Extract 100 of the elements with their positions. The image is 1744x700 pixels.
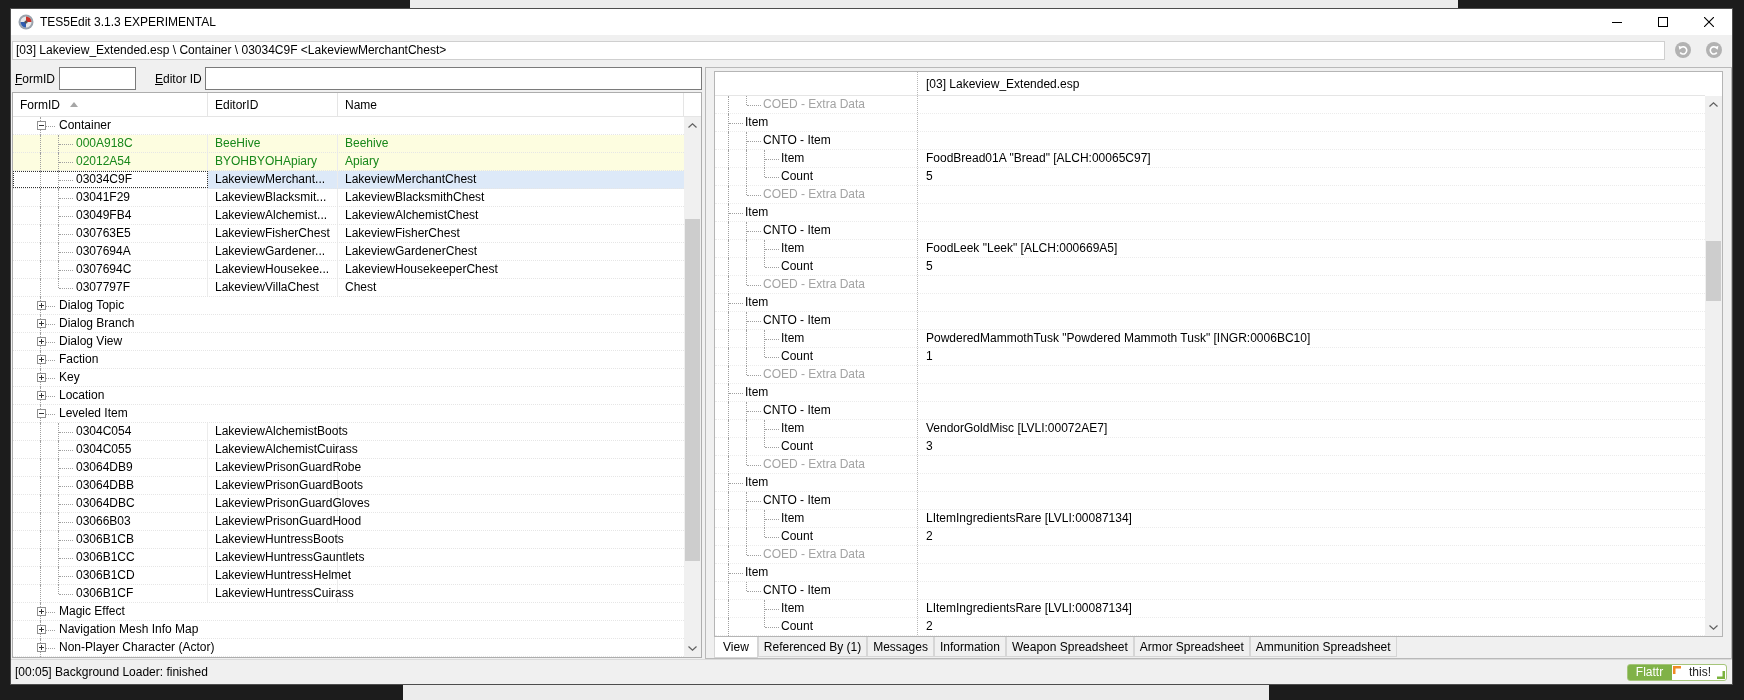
field-value: FoodLeek "Leek" [ALCH:000669A5]: [926, 241, 1118, 255]
record-row[interactable]: 0306B1CD LakeviewHuntressHelmet: [13, 567, 684, 585]
name-text: LakeviewGardenerChest: [345, 244, 478, 258]
scrollbar[interactable]: [684, 117, 701, 657]
tab[interactable]: View: [714, 637, 758, 658]
record-row[interactable]: 03064DBC LakeviewPrisonGuardGloves: [13, 495, 684, 513]
chevron-up-icon[interactable]: [688, 123, 697, 128]
tab[interactable]: Ammunition Spreadsheet: [1249, 637, 1397, 657]
tree-group-item[interactable]: Dialog View: [13, 333, 684, 351]
form-id-text: 0306B1CD: [76, 567, 135, 584]
tree-group-item[interactable]: Dialog Topic: [13, 297, 684, 315]
record-row[interactable]: 030763E5 LakeviewFisherChest LakeviewFisherChest: [13, 225, 684, 243]
record-row[interactable]: 02012A54 BYOHBYOHApiary Apiary: [13, 153, 684, 171]
record-row[interactable]: 000A918C BeeHive Beehive: [13, 135, 684, 153]
plus-box-icon[interactable]: [36, 373, 46, 382]
column-header[interactable]: Name: [338, 93, 684, 116]
form-id-text: 03064DBC: [76, 495, 135, 512]
path-field[interactable]: [03] Lakeview_Extended.esp \ Container \ 03034C9F <LakeviewMerchantChest>: [12, 40, 1665, 60]
editor-id-text: LakeviewAlchemistBoots: [215, 424, 348, 438]
editor-id-text: BeeHive: [215, 136, 261, 150]
record-row[interactable]: 0306B1CC LakeviewHuntressGauntlets: [13, 549, 684, 567]
editor-id-field[interactable]: [204, 67, 702, 90]
tab[interactable]: Armor Spreadsheet: [1133, 637, 1250, 657]
field-label: Item: [781, 150, 805, 167]
field-label: Item: [745, 384, 769, 401]
form-id-text: 03049FB4: [76, 207, 132, 224]
plus-box-icon[interactable]: [36, 337, 46, 346]
field-label: Item: [781, 330, 805, 347]
tree-group-item[interactable]: Location: [13, 387, 684, 405]
minus-box-icon[interactable]: [36, 121, 46, 130]
field-label: CNTO - Item: [763, 132, 831, 149]
field-value: PowderedMammothTusk "Powdered Mammoth Tusk" [INGR:0006BC10]: [926, 331, 1311, 345]
close-icon[interactable]: [1704, 17, 1714, 27]
name-text: LakeviewHousekeeperChest: [345, 262, 498, 276]
field-value: 3: [926, 439, 933, 453]
record-row[interactable]: 0307694A LakeviewGardener... LakeviewGardenerChest: [13, 243, 684, 261]
corner-mark-icon: [1717, 670, 1725, 679]
tree-group-item[interactable]: Navigation Mesh Info Map: [13, 621, 684, 639]
record-row[interactable]: 0306B1CF LakeviewHuntressCuirass: [13, 585, 684, 603]
editor-id-text: LakeviewAlchemist...: [215, 208, 328, 222]
plus-box-icon[interactable]: [36, 355, 46, 364]
record-row[interactable]: 03064DBB LakeviewPrisonGuardBoots: [13, 477, 684, 495]
tree-group-item[interactable]: Key: [13, 369, 684, 387]
plus-box-icon[interactable]: [36, 607, 46, 616]
plus-box-icon[interactable]: [36, 643, 46, 652]
field-value: 5: [926, 169, 933, 183]
name-text: LakeviewMerchantChest: [345, 172, 477, 186]
chevron-down-icon[interactable]: [688, 646, 697, 651]
record-row[interactable]: 0307797F LakeviewVillaChest Chest: [13, 279, 684, 297]
editor-id-text: LakeviewHuntressCuirass: [215, 586, 354, 600]
column-header[interactable]: EditorID: [208, 93, 338, 116]
tree-group-item[interactable]: Non-Player Character (Actor): [13, 639, 684, 657]
flattr-button[interactable]: Flattr this!: [1627, 663, 1727, 681]
scrollbar[interactable]: [1705, 96, 1722, 636]
maximize-icon[interactable]: [1658, 17, 1668, 27]
record-row[interactable]: 03034C9F LakeviewMerchant... LakeviewMerchantChest: [13, 171, 684, 189]
editor-id-text: LakeviewPrisonGuardHood: [215, 514, 362, 528]
plus-box-icon[interactable]: [36, 301, 46, 310]
chevron-up-icon[interactable]: [1709, 102, 1718, 107]
tree-group-item[interactable]: Magic Effect: [13, 603, 684, 621]
tab[interactable]: Referenced By (1): [757, 637, 868, 657]
plus-box-icon[interactable]: [36, 625, 46, 634]
name-text: LakeviewAlchemistChest: [345, 208, 479, 222]
record-row[interactable]: 0306B1CB LakeviewHuntressBoots: [13, 531, 684, 549]
form-id-field[interactable]: [59, 67, 136, 90]
corner-mark-icon: [1673, 665, 1681, 674]
record-row[interactable]: 03041F29 LakeviewBlacksmit... LakeviewBlacksmithChest: [13, 189, 684, 207]
editor-id-text: LakeviewAlchemistCuirass: [215, 442, 358, 456]
chevron-down-icon[interactable]: [1709, 625, 1718, 630]
tree-group-item[interactable]: Leveled Item: [13, 405, 684, 423]
form-id-text: 03041F29: [76, 189, 131, 206]
tree-group-item[interactable]: Faction: [13, 351, 684, 369]
minus-box-icon[interactable]: [36, 409, 46, 418]
record-row[interactable]: 0307694C LakeviewHousekee... LakeviewHousekeeperChest: [13, 261, 684, 279]
tab[interactable]: Messages: [867, 637, 934, 657]
record-row[interactable]: 03049FB4 LakeviewAlchemist... LakeviewAlchemistChest: [13, 207, 684, 225]
record-row[interactable]: 0304C054 LakeviewAlchemistBoots: [13, 423, 684, 441]
field-label: Count: [781, 258, 814, 275]
plus-box-icon[interactable]: [36, 319, 46, 328]
minimize-icon[interactable]: [1612, 21, 1622, 23]
form-id-text: 03064DBB: [76, 477, 135, 494]
record-row[interactable]: 03066B03 LakeviewPrisonGuardHood: [13, 513, 684, 531]
tab[interactable]: Weapon Spreadsheet: [1005, 637, 1134, 657]
column-header[interactable]: FormID: [13, 93, 208, 116]
field-label: Item: [781, 600, 805, 617]
plus-box-icon[interactable]: [36, 391, 46, 400]
field-label: Item: [781, 240, 805, 257]
form-id-text: 02012A54: [76, 153, 131, 170]
tab[interactable]: Information: [933, 637, 1006, 657]
record-row[interactable]: 03064DB9 LakeviewPrisonGuardRobe: [13, 459, 684, 477]
field-label: CNTO - Item: [763, 402, 831, 419]
field-label: Item: [781, 420, 805, 437]
scrollbar-thumb[interactable]: [685, 219, 700, 561]
editor-id-text: LakeviewMerchant...: [215, 172, 326, 186]
tree-group-item[interactable]: Dialog Branch: [13, 315, 684, 333]
form-id-text: 030763E5: [76, 225, 131, 242]
field-label: Item: [745, 114, 769, 131]
record-row[interactable]: 0304C055 LakeviewAlchemistCuirass: [13, 441, 684, 459]
scrollbar-thumb[interactable]: [1706, 241, 1721, 301]
field-label: CNTO - Item: [763, 222, 831, 239]
